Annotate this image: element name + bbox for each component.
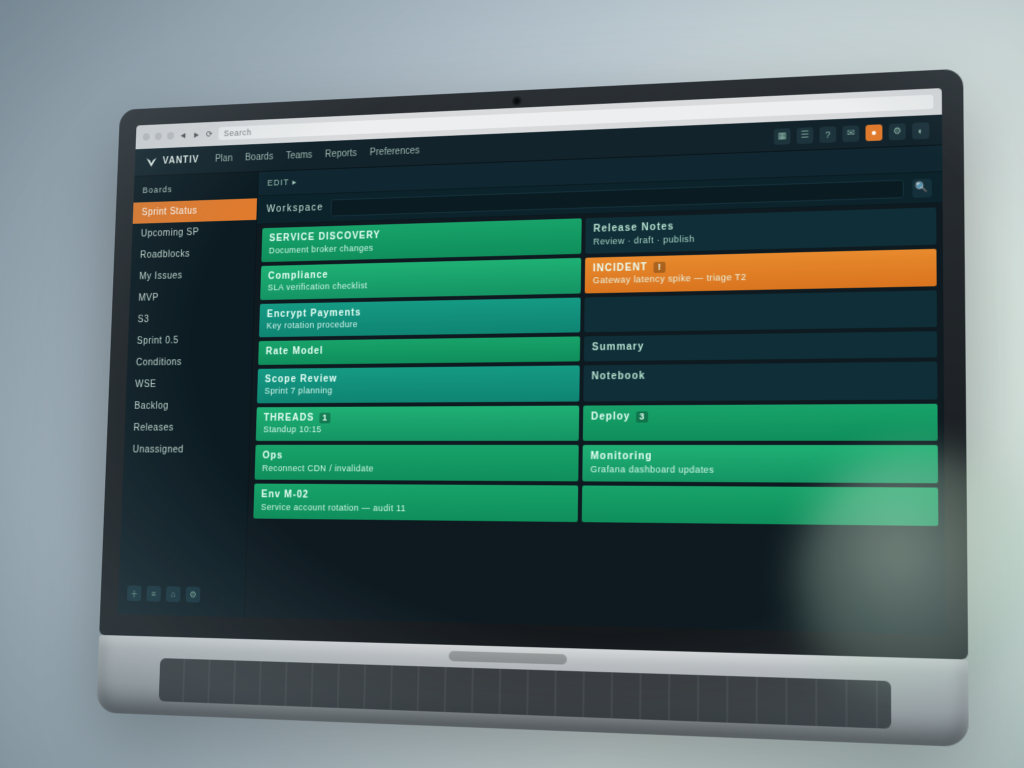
board-card[interactable]: Env M-02Service account rotation — audit…: [253, 484, 578, 522]
sidebar-item[interactable]: Conditions: [127, 351, 252, 374]
brand-logo-icon: [145, 155, 158, 168]
nav-back-icon[interactable]: ◄: [179, 130, 188, 140]
avatar[interactable]: ◐: [912, 122, 929, 139]
sidebar-item[interactable]: WSE: [126, 373, 252, 396]
card-title: THREADS1: [263, 411, 571, 424]
board-card[interactable]: ComplianceSLA verification checklist: [260, 258, 581, 300]
menu-item[interactable]: Preferences: [370, 146, 420, 159]
tray-settings-icon[interactable]: ⚙: [186, 587, 201, 603]
top-menu: Plan Boards Teams Reports Preferences: [215, 146, 420, 165]
sidebar-item[interactable]: S3: [129, 307, 254, 331]
card-title: Notebook: [591, 368, 928, 384]
card-subtitle: Reconnect CDN / invalidate: [262, 463, 571, 475]
card-subtitle: Service account rotation — audit 11: [261, 502, 570, 516]
nav-reload-icon[interactable]: ⟳: [206, 129, 213, 139]
menu-item[interactable]: Boards: [245, 152, 274, 163]
board-card[interactable]: Summary: [584, 331, 937, 361]
brand-text: VANTIV: [162, 155, 199, 167]
card-subtitle: Sprint 7 planning: [264, 384, 571, 397]
window-control[interactable]: [155, 133, 162, 141]
menu-item[interactable]: Reports: [325, 148, 357, 160]
card-title: Deploy3: [591, 410, 929, 424]
card-title: Ops: [262, 451, 570, 464]
board-card[interactable]: [582, 485, 939, 525]
sidebar-item[interactable]: MVP: [129, 285, 254, 309]
board-card[interactable]: MonitoringGrafana dashboard updates: [582, 445, 938, 483]
nav-forward-icon[interactable]: ►: [192, 130, 201, 140]
menu-item[interactable]: Teams: [286, 150, 313, 161]
tray-archive-icon[interactable]: ⌂: [166, 586, 181, 602]
settings-icon[interactable]: ⚙: [889, 123, 906, 140]
tray-filter-icon[interactable]: ≡: [146, 586, 161, 602]
address-text: Search: [224, 128, 252, 139]
brand[interactable]: VANTIV: [145, 153, 199, 168]
board-card[interactable]: Release NotesReview · draft · publish: [585, 207, 936, 253]
board-row: Rate Model Summary: [258, 331, 937, 364]
bell-icon[interactable]: ☰: [797, 127, 814, 144]
main-panel: EDIT ▸ Workspace 🔍 SERVICE DISCOVERYDocu…: [245, 145, 946, 635]
laptop-bezel: ◄ ► ⟳ Search VANTIV Plan Boards Teams Re…: [99, 69, 968, 660]
window-control[interactable]: [143, 133, 150, 141]
screen: ◄ ► ⟳ Search VANTIV Plan Boards Teams Re…: [118, 88, 946, 635]
sidebar-tray: ＋ ≡ ⌂ ⚙: [118, 578, 245, 612]
card-title: Rate Model: [266, 343, 573, 359]
board-card[interactable]: [584, 290, 937, 333]
board-row: Scope ReviewSprint 7 planning Notebook: [257, 361, 938, 403]
board-card[interactable]: Rate Model: [258, 337, 580, 365]
board-row: OpsReconnect CDN / invalidateMonitoringG…: [255, 445, 939, 483]
sidebar: Boards Sprint StatusUpcoming SPRoadblock…: [118, 172, 259, 617]
board-card[interactable]: INCIDENT!Gateway latency spike — triage …: [585, 249, 937, 293]
board-card[interactable]: THREADS1Standup 10:15: [256, 405, 580, 441]
context-label[interactable]: EDIT ▸: [267, 177, 297, 188]
grid-icon[interactable]: ▦: [774, 128, 791, 145]
board-card[interactable]: SERVICE DISCOVERYDocument broker changes: [261, 218, 581, 262]
board-grid: SERVICE DISCOVERYDocument broker changes…: [245, 203, 946, 635]
card-badge: !: [654, 261, 666, 273]
board-card[interactable]: Encrypt PaymentsKey rotation procedure: [259, 297, 581, 337]
card-subtitle: Grafana dashboard updates: [590, 464, 929, 477]
search-icon[interactable]: 🔍: [912, 178, 931, 197]
inbox-icon[interactable]: ✉: [842, 125, 859, 142]
board-card[interactable]: OpsReconnect CDN / invalidate: [255, 445, 579, 481]
alert-icon[interactable]: ●: [865, 124, 882, 141]
sidebar-item[interactable]: Backlog: [125, 395, 251, 418]
card-subtitle: Standup 10:15: [263, 424, 571, 436]
help-icon[interactable]: ?: [819, 126, 836, 143]
tray-new-icon[interactable]: ＋: [127, 585, 142, 601]
laptop-frame: ◄ ► ⟳ Search VANTIV Plan Boards Teams Re…: [98, 69, 969, 704]
sidebar-item[interactable]: Sprint 0.5: [128, 329, 253, 353]
card-badge: 3: [636, 411, 648, 422]
app-body: Boards Sprint StatusUpcoming SPRoadblock…: [118, 145, 946, 635]
board-card[interactable]: Deploy3: [583, 403, 938, 441]
sidebar-item[interactable]: Releases: [124, 417, 250, 439]
board-card[interactable]: Scope ReviewSprint 7 planning: [257, 365, 580, 403]
sidebar-item[interactable]: Unassigned: [124, 439, 250, 461]
menu-item[interactable]: Plan: [215, 153, 233, 164]
topbar-tray: ▦ ☰ ? ✉ ● ⚙ ◐: [774, 122, 929, 145]
board-row: Env M-02Service account rotation — audit…: [253, 484, 938, 526]
laptop-keyboard: [159, 658, 892, 729]
board-card[interactable]: Notebook: [583, 361, 937, 401]
sidebar-item[interactable]: My Issues: [130, 263, 255, 288]
board-row: THREADS1Standup 10:15 Deploy3: [256, 403, 938, 441]
search-label: Workspace: [266, 203, 323, 215]
card-badge: 1: [320, 412, 331, 423]
laptop-camera: [514, 98, 520, 104]
window-control[interactable]: [167, 132, 174, 140]
card-title: Summary: [592, 338, 929, 355]
card-title: Monitoring: [590, 451, 929, 465]
